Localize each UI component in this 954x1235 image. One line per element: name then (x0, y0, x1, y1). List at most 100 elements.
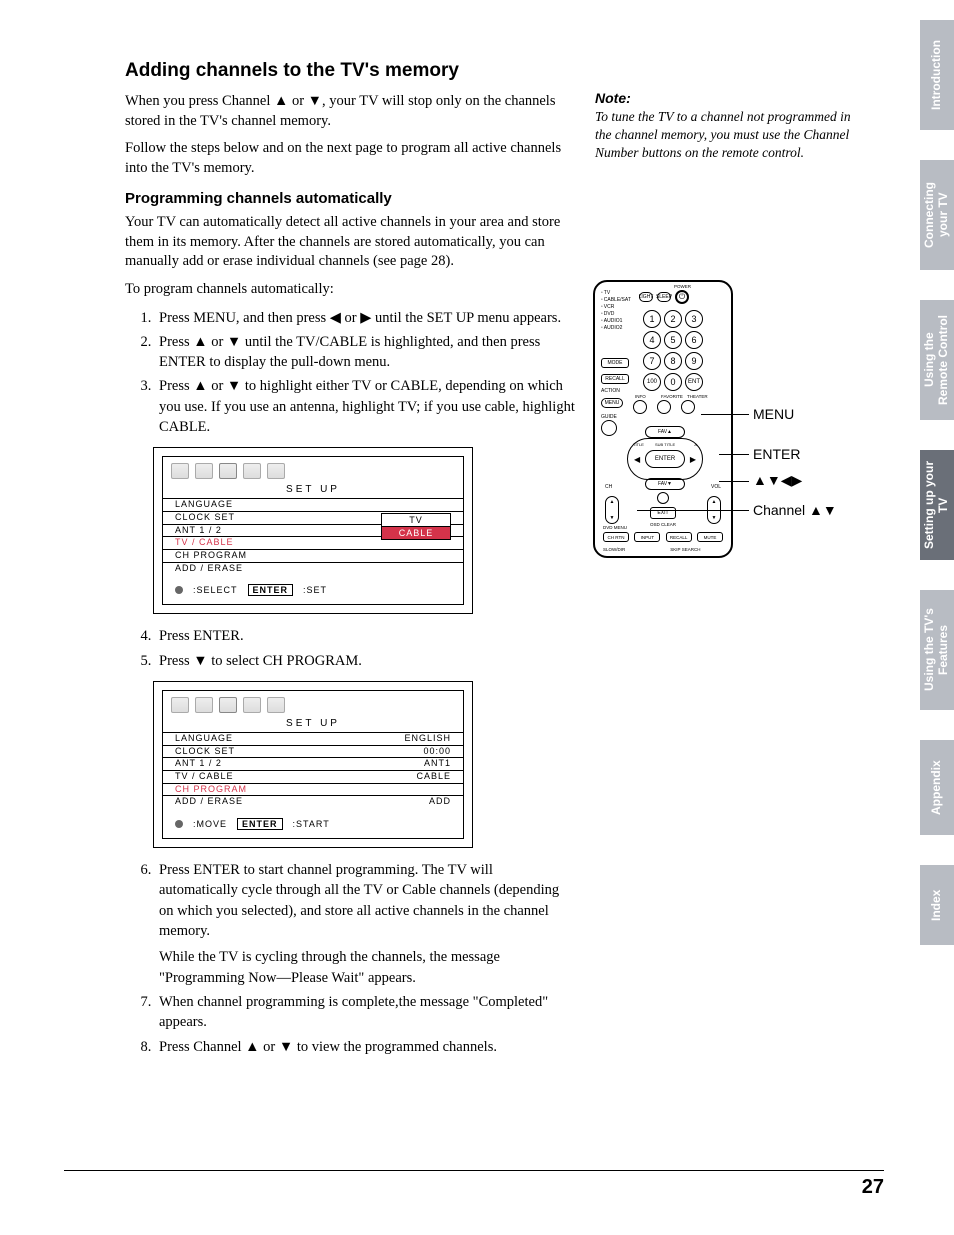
osd-screenshot-1: SET UP LANGUAGECLOCK SETANT 1 / 2TV / CA… (153, 447, 473, 614)
remote-enter-button: ENTER (645, 450, 685, 468)
remote-favorite-button (657, 400, 671, 414)
remote-num-2: 2 (664, 310, 682, 328)
remote-num-4: 4 (643, 331, 661, 349)
step-item: Press ▼ to select CH PROGRAM. (155, 651, 575, 671)
remote-guide-button: GUIDE (601, 414, 617, 436)
remote-num-1: 1 (643, 310, 661, 328)
remote-theater-label: THEATER (687, 394, 708, 399)
osd-clear-label: OSD CLEAR (650, 522, 676, 527)
osd-tab-icon (243, 463, 261, 479)
step-item: Press Channel ▲ or ▼ to view the program… (155, 1037, 575, 1057)
osd-row: CH PROGRAM (163, 783, 463, 796)
osd-tab-icon (195, 463, 213, 479)
osd-tab-icon (243, 697, 261, 713)
osd-tab-icon (171, 463, 189, 479)
step-item: Press MENU, and then press ◀ or ▶ until … (155, 308, 575, 328)
osd-tab-icon (171, 697, 189, 713)
osd-row: ADD / ERASEADD (163, 795, 463, 808)
section-tab[interactable]: Setting up your TV (920, 450, 954, 560)
osd-foot-enter: ENTER (237, 818, 283, 830)
remote-action-label: ACTION (601, 388, 620, 394)
osd-row: LANGUAGE (163, 498, 463, 511)
remote-num-9: 9 (685, 352, 703, 370)
remote-num-0: 0 (664, 373, 682, 391)
osd-row: ANT 1 / 2ANT1 (163, 757, 463, 770)
intro-para-1: When you press Channel ▲ or ▼, your TV w… (125, 92, 575, 131)
step-item: Press ENTER to start channel programming… (155, 860, 575, 988)
dvd-menu-label: DVD MENU (603, 525, 627, 530)
section-tab[interactable]: Introduction (920, 20, 954, 130)
page-number: 27 (862, 1176, 884, 1199)
note-heading: Note: (595, 90, 855, 106)
remote-info-button (633, 400, 647, 414)
osd-title: SET UP (163, 717, 463, 732)
osd-tab-icon (219, 697, 237, 713)
callout-enter: ENTER (753, 446, 800, 462)
step-item: Press ▲ or ▼ until the TV/CABLE is highl… (155, 332, 575, 373)
step-item: When channel programming is complete,the… (155, 992, 575, 1033)
steps-list-6-8: Press ENTER to start channel programming… (155, 860, 575, 1057)
remote-light-button: LIGHT (639, 292, 653, 302)
remote-num-7: 7 (643, 352, 661, 370)
osd-row: CH PROGRAM (163, 549, 463, 562)
callout-menu: MENU (753, 406, 794, 422)
section-tab[interactable]: Using the TV's Features (920, 590, 954, 710)
osd-dropdown: TVCABLE (381, 513, 451, 540)
osd-row: LANGUAGEENGLISH (163, 732, 463, 745)
remote-power-button: ⏻ (675, 290, 689, 304)
section-tab[interactable]: Using the Remote Control (920, 300, 954, 420)
remote-bottom-button: MUTE (697, 532, 723, 542)
callout-arrows: ▲▼◀▶ (753, 472, 802, 489)
remote-fav-down: FAV▼ (645, 478, 685, 490)
osd-title: SET UP (163, 483, 463, 498)
step-item: Press ENTER. (155, 626, 575, 646)
steps-list-4-5: Press ENTER. Press ▼ to select CH PROGRAM… (155, 626, 575, 671)
osd-tab-icon (267, 463, 285, 479)
osd-foot-enter: ENTER (248, 584, 294, 596)
section-tab[interactable]: Connecting your TV (920, 160, 954, 270)
osd-foot-a: :MOVE (193, 819, 227, 829)
remote-menu-button: MENU (601, 398, 623, 408)
callout-channel: Channel ▲▼ (753, 502, 837, 518)
remote-bottom-button: CH RTN (603, 532, 629, 542)
remote-bottom-button: INPUT (634, 532, 660, 542)
osd-row: CLOCK SET00:00 (163, 745, 463, 758)
dpad-icon (175, 586, 183, 594)
dpad-icon (175, 820, 183, 828)
osd-tab-icon (219, 463, 237, 479)
page-heading: Adding channels to the TV's memory (125, 60, 575, 82)
section-tab[interactable]: Index (920, 865, 954, 945)
section-tabs: Introduction Connecting your TV Using the … (920, 20, 954, 975)
remote-recall-button: RECALL (601, 374, 629, 384)
remote-theater-button (681, 400, 695, 414)
osd-foot-b: :START (293, 819, 330, 829)
remote-fav-up: FAV▲ (645, 426, 685, 438)
ch-label: CH (605, 484, 612, 490)
step-item: Press ▲ or ▼ to highlight either TV or C… (155, 376, 575, 437)
subheading: Programming channels automatically (125, 190, 575, 207)
remote-channel-rocker: ▲▼ (605, 496, 619, 524)
remote-info-label: INFO (635, 394, 646, 399)
remote-bottom-button: RECALL (666, 532, 692, 542)
note-body: To tune the TV to a channel not programm… (595, 108, 855, 163)
remote-sleep-button: SLEEP (657, 292, 671, 302)
osd-row: TV / CABLECABLE (163, 770, 463, 783)
remote-right-arrow: ▶ (690, 455, 696, 464)
remote-exit-button: EXIT (650, 507, 676, 519)
remote-mute-button (657, 492, 669, 504)
remote-diagram: TVCABLE/SATVCRDVDAUDIO1AUDIO2 LIGHT SLEE… (593, 280, 903, 600)
remote-num-ENT: ENT (685, 373, 703, 391)
auto-para-2: To program channels automatically: (125, 280, 575, 300)
osd-row: ADD / ERASE (163, 562, 463, 575)
remote-num-5: 5 (664, 331, 682, 349)
osd-foot-a: :SELECT (193, 585, 238, 595)
remote-num-100: 100 (643, 373, 661, 391)
osd-tab-icon (267, 697, 285, 713)
steps-list-1-3: Press MENU, and then press ◀ or ▶ until … (155, 308, 575, 438)
remote-num-8: 8 (664, 352, 682, 370)
section-tab[interactable]: Appendix (920, 740, 954, 835)
intro-para-2: Follow the steps below and on the next p… (125, 139, 575, 178)
vol-label: VOL (711, 484, 721, 490)
power-label: POWER (674, 284, 691, 289)
remote-num-3: 3 (685, 310, 703, 328)
